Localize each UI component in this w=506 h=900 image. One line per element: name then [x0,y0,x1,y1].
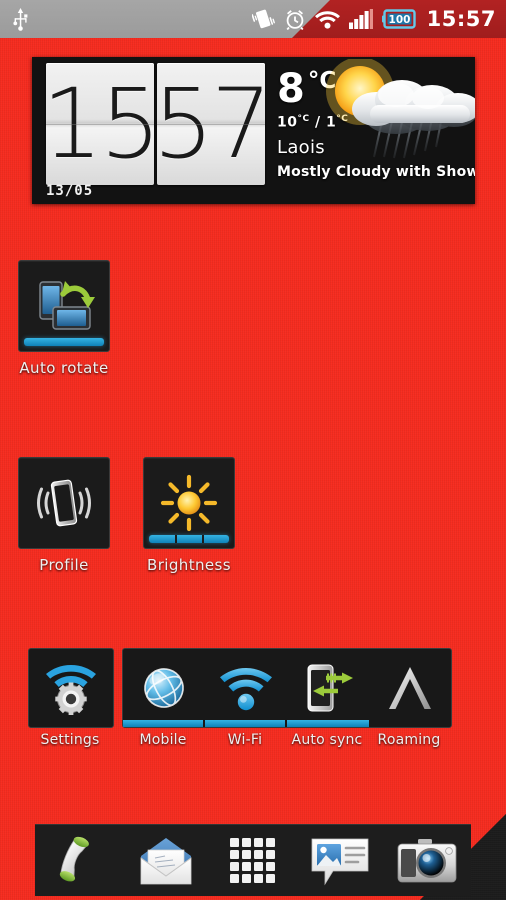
battery-icon[interactable]: 100 [381,9,416,29]
vibrate-phone-icon [33,474,95,532]
status-bar-clock: 15:57 [426,7,496,31]
photo-message-icon [309,835,371,887]
weather-temp-unit: °C [307,68,337,94]
dock[interactable] [35,824,471,896]
roaming-triangle-icon [386,663,434,713]
weather-panel[interactable]: 8 °C 10°C / 1°C Laois Mostly Cloudy with… [265,57,475,204]
roaming-label: Roaming [377,732,441,748]
vibrate-icon [251,8,275,30]
mobile-cell[interactable] [123,649,205,727]
settings-labels-multi: Mobile Wi-Fi Auto sync Roaming [122,732,450,748]
auto-sync-cell[interactable] [287,649,369,727]
clock-hours-tile: 15 [46,63,154,185]
settings-cell[interactable] [29,649,113,727]
weather-high: 10 [277,114,298,131]
roaming-cell[interactable] [369,649,451,727]
weather-low: 1 [325,114,337,131]
auto-rotate-state-bar [24,338,104,346]
phone-handset-icon [51,835,107,887]
status-bar-right: 100 15:57 [251,7,496,31]
weather-current-temp: 8 °C [277,66,475,112]
weather-city: Laois [277,136,325,158]
settings-label: Settings [40,732,100,748]
toggle-profile-box[interactable] [18,457,110,549]
signal-icon [348,9,373,29]
dock-item-mail[interactable] [130,831,202,891]
dock-item-messages[interactable] [304,831,376,891]
wifi-gear-icon [43,661,99,715]
wifi-icon [314,9,340,29]
toggle-auto-rotate[interactable]: Auto rotate [18,260,120,377]
open-envelope-icon [135,836,197,886]
status-bar-left [12,7,29,31]
settings-group-box[interactable] [122,648,452,728]
flip-clock[interactable]: 15 57 13/05 [32,57,265,204]
clock-date: 13/05 [46,183,94,199]
wifi-cell[interactable] [205,649,287,727]
clock-weather-widget[interactable]: 15 57 13/05 8 °C 10°C / 1°C Laois Mostly… [32,57,475,204]
wifi-label: Wi-Fi [227,732,263,748]
weather-condition: Mostly Cloudy with Show [277,163,475,180]
toggle-profile-label: Profile [39,556,89,574]
usb-icon [12,7,29,31]
toggle-auto-rotate-label: Auto rotate [19,359,109,377]
clock-hours: 15 [46,68,154,180]
toggle-brightness-label: Brightness [147,556,231,574]
sun-brightness-icon [160,474,218,532]
status-bar[interactable]: 100 15:57 [0,0,506,38]
battery-level-text: 100 [388,14,410,26]
wifi-dot-icon [219,665,273,711]
toggle-brightness-box[interactable] [143,457,235,549]
weather-low-unit: °C [336,114,349,124]
settings-button-box[interactable] [28,648,114,728]
auto-sync-label: Auto sync [291,732,363,748]
dock-item-phone[interactable] [43,831,115,891]
toggle-brightness-state-bar [149,535,229,543]
weather-high-low: 10°C / 1°C [277,114,475,131]
clock-minutes-tile: 57 [157,63,265,185]
auto-sync-icon [300,662,356,714]
weather-high-unit: °C [297,114,310,124]
dock-item-app-drawer[interactable] [217,831,289,891]
settings-group-multi[interactable]: Mobile Wi-Fi Auto sync Roaming [122,648,452,748]
weather-temp-value: 8 [277,66,305,112]
camera-icon [396,837,458,885]
mobile-label: Mobile [139,732,187,748]
toggle-auto-rotate-box[interactable] [18,260,110,352]
dock-item-camera[interactable] [391,831,463,891]
alarm-icon [284,8,306,30]
grid-apps-icon [228,836,278,886]
settings-toggle-row[interactable]: Settings Mobile Wi-Fi Auto sync Roaming [28,648,452,748]
settings-group-single[interactable]: Settings [28,648,114,748]
toggle-profile[interactable]: Profile [18,457,120,574]
auto-rotate-icon [33,278,95,334]
settings-labels-single: Settings [28,732,112,748]
globe-icon [138,662,190,714]
toggle-brightness[interactable]: Brightness [143,457,245,574]
clock-minutes: 57 [157,68,265,180]
weather-hl-separator: / [314,114,321,131]
